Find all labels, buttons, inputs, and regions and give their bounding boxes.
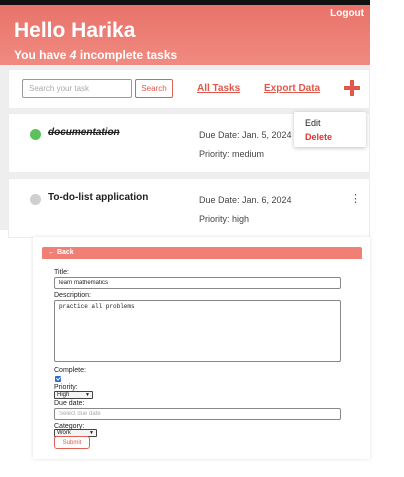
description-textarea[interactable]: practice all problems — [54, 300, 341, 362]
toolbar: Search All Tasks Export Data — [8, 69, 370, 109]
chevron-down-icon: ▼ — [85, 392, 90, 398]
back-bar: ← Back — [42, 247, 362, 259]
back-link[interactable]: ← Back — [48, 249, 74, 256]
edit-task-panel: ← Back Title: Description: practice all … — [33, 237, 370, 459]
menu-delete[interactable]: Delete — [305, 132, 332, 142]
task-actions-menu: Edit Delete — [294, 112, 366, 147]
screenshot-root: Logout Hello Harika You have 4 incomplet… — [0, 0, 404, 477]
search-button[interactable]: Search — [135, 79, 173, 98]
due-date-input[interactable] — [54, 408, 341, 420]
task-priority: Priority: medium — [199, 149, 265, 159]
task-title[interactable]: documentation — [48, 127, 120, 138]
chevron-down-icon: ▼ — [89, 430, 94, 436]
menu-edit[interactable]: Edit — [305, 118, 321, 128]
export-data-link[interactable]: Export Data — [264, 83, 320, 94]
task-due-date: Due Date: Jan. 5, 2024 — [199, 130, 292, 140]
task-title[interactable]: To-do-list application — [48, 192, 148, 203]
summary-prefix: You have — [14, 48, 70, 62]
all-tasks-link[interactable]: All Tasks — [197, 83, 240, 94]
more-options-icon[interactable]: ⋮ — [350, 194, 361, 205]
complete-label: Complete: — [54, 367, 86, 374]
task-priority: Priority: high — [199, 214, 250, 224]
complete-checkbox[interactable] — [55, 376, 61, 382]
search-input[interactable] — [22, 79, 132, 98]
status-dot — [30, 129, 41, 140]
summary-suffix: incomplete tasks — [76, 48, 178, 62]
logout-link[interactable]: Logout — [330, 8, 364, 19]
greeting-title: Hello Harika — [14, 19, 136, 42]
priority-select[interactable]: High ▼ — [54, 391, 93, 399]
description-label: Description: — [54, 292, 91, 299]
status-dot — [30, 194, 41, 205]
priority-value: High — [57, 392, 70, 398]
task-card: To-do-list application Due Date: Jan. 6,… — [8, 178, 370, 238]
title-input[interactable] — [54, 277, 341, 289]
plus-icon[interactable] — [344, 80, 360, 96]
submit-button[interactable]: Submit — [54, 436, 90, 449]
title-label: Title: — [54, 269, 69, 276]
due-date-label: Due date: — [54, 400, 85, 407]
task-due-date: Due Date: Jan. 6, 2024 — [199, 195, 292, 205]
priority-label: Priority: — [54, 384, 78, 391]
incomplete-summary: You have 4 incomplete tasks — [14, 48, 177, 62]
task-app: Logout Hello Harika You have 4 incomplet… — [0, 0, 370, 238]
app-header: Logout Hello Harika You have 4 incomplet… — [0, 5, 370, 65]
